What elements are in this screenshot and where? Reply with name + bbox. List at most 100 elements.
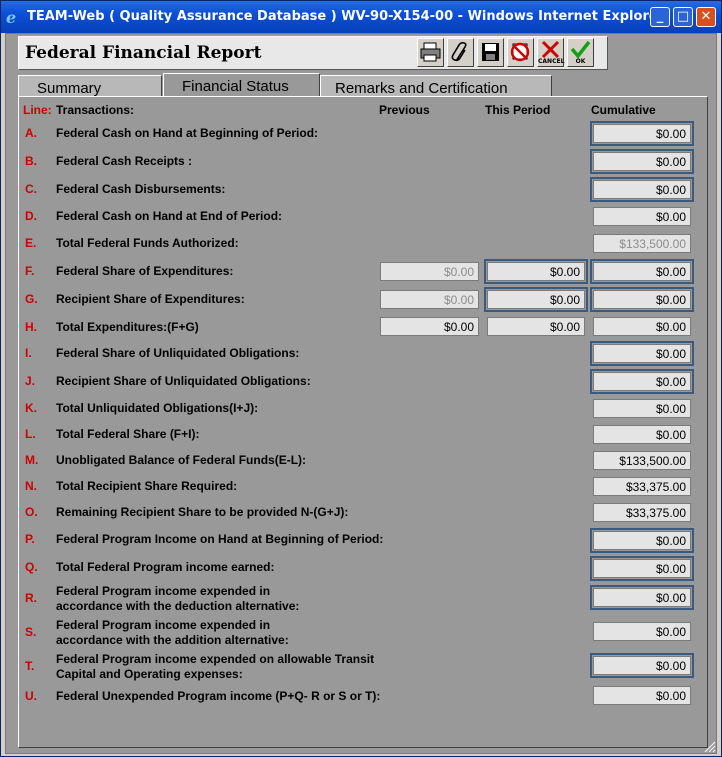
row-letter-h: H. bbox=[25, 320, 37, 334]
page-content: Federal Financial Report CANCEL OK Summa… bbox=[5, 33, 717, 754]
cumulative-field-h: $0.00 bbox=[593, 317, 691, 336]
tab-summary-label: Summary bbox=[37, 80, 102, 97]
row-letter-q: Q. bbox=[25, 560, 38, 574]
tab-financial-status[interactable]: Financial Status bbox=[163, 73, 320, 97]
save-button[interactable] bbox=[477, 38, 504, 67]
cumulative-field-p[interactable]: $0.00 bbox=[590, 528, 694, 553]
this-period-field-h: $0.00 bbox=[487, 317, 585, 336]
previous-field-g: $0.00 bbox=[380, 290, 479, 309]
no-entry-icon bbox=[510, 42, 530, 62]
this-period-header: This Period bbox=[485, 103, 551, 117]
tab-summary[interactable]: Summary bbox=[18, 75, 162, 97]
row-label-k: Total Unliquidated Obligations(I+J): bbox=[56, 401, 259, 415]
row-letter-o: O. bbox=[25, 505, 38, 519]
attach-button[interactable] bbox=[447, 38, 474, 67]
row-label-m: Unobligated Balance of Federal Funds(E-L… bbox=[56, 453, 307, 467]
transactions-header: Transactions: bbox=[56, 103, 135, 117]
row-label-q: Total Federal Program income earned: bbox=[56, 560, 275, 574]
maximize-button[interactable]: □ bbox=[673, 7, 693, 27]
delete-button[interactable] bbox=[507, 38, 534, 67]
ok-button[interactable]: OK bbox=[567, 38, 594, 67]
row-letter-f: F. bbox=[25, 264, 35, 278]
row-label-s: Federal Program income expended in accor… bbox=[56, 618, 289, 647]
cumulative-field-s: $0.00 bbox=[593, 622, 691, 641]
report-title: Federal Financial Report bbox=[25, 43, 262, 63]
row-letter-a: A. bbox=[25, 126, 37, 140]
row-label-p: Federal Program Income on Hand at Beginn… bbox=[56, 532, 384, 546]
row-label-t: Federal Program income expended on allow… bbox=[56, 652, 375, 681]
cumulative-header: Cumulative bbox=[591, 103, 656, 117]
report-header: Federal Financial Report CANCEL OK bbox=[18, 36, 608, 70]
row-letter-r: R. bbox=[25, 591, 37, 605]
paperclip-icon bbox=[451, 41, 467, 62]
cumulative-field-g[interactable]: $0.00 bbox=[590, 287, 694, 312]
row-letter-n: N. bbox=[25, 479, 37, 493]
row-letter-b: B. bbox=[25, 154, 37, 168]
previous-header: Previous bbox=[379, 103, 430, 117]
row-letter-c: C. bbox=[25, 182, 37, 196]
row-label-d: Federal Cash on Hand at End of Period: bbox=[56, 209, 283, 223]
printer-icon bbox=[420, 42, 441, 62]
cumulative-field-o: $33,375.00 bbox=[593, 503, 691, 522]
previous-field-f: $0.00 bbox=[380, 262, 479, 281]
cumulative-field-n: $33,375.00 bbox=[593, 477, 691, 496]
previous-field-h: $0.00 bbox=[380, 317, 479, 336]
row-letter-t: T. bbox=[25, 659, 35, 673]
internet-explorer-icon: e bbox=[6, 8, 17, 27]
row-label-a: Federal Cash on Hand at Beginning of Per… bbox=[56, 126, 319, 140]
line-header: Line: bbox=[23, 103, 52, 117]
row-label-n: Total Recipient Share Required: bbox=[56, 479, 238, 493]
tab-financial-status-label: Financial Status bbox=[182, 78, 289, 95]
row-letter-i: I. bbox=[25, 346, 32, 360]
cumulative-field-i[interactable]: $0.00 bbox=[590, 341, 694, 366]
row-letter-j: J. bbox=[25, 374, 36, 388]
cumulative-field-c[interactable]: $0.00 bbox=[590, 177, 694, 202]
close-window-button[interactable]: ✕ bbox=[696, 7, 716, 27]
this-period-field-f[interactable]: $0.00 bbox=[484, 259, 588, 284]
row-letter-d: D. bbox=[25, 209, 37, 223]
row-letter-s: S. bbox=[25, 625, 37, 639]
row-label-c: Federal Cash Disbursements: bbox=[56, 182, 226, 196]
row-letter-k: K. bbox=[25, 401, 37, 415]
cumulative-field-r[interactable]: $0.00 bbox=[590, 585, 694, 610]
row-label-f: Federal Share of Expenditures: bbox=[56, 264, 234, 278]
cumulative-field-a[interactable]: $0.00 bbox=[590, 121, 694, 146]
cumulative-field-l: $0.00 bbox=[593, 425, 691, 444]
row-label-r: Federal Program income expended in accor… bbox=[56, 584, 300, 613]
row-letter-l: L. bbox=[25, 427, 36, 441]
cancel-button[interactable]: CANCEL bbox=[537, 38, 564, 67]
window-titlebar[interactable]: e TEAM-Web ( Quality Assurance Database … bbox=[1, 1, 721, 33]
row-letter-u: U. bbox=[25, 689, 37, 703]
row-letter-g: G. bbox=[25, 292, 38, 306]
row-label-o: Remaining Recipient Share to be provided… bbox=[56, 505, 349, 519]
cumulative-field-e: $133,500.00 bbox=[593, 234, 691, 253]
row-letter-p: P. bbox=[25, 532, 35, 546]
cumulative-field-f[interactable]: $0.00 bbox=[590, 259, 694, 284]
cumulative-field-u: $0.00 bbox=[593, 686, 691, 705]
cumulative-field-q[interactable]: $0.00 bbox=[590, 556, 694, 581]
row-label-i: Federal Share of Unliquidated Obligation… bbox=[56, 346, 300, 360]
cumulative-field-t[interactable]: $0.00 bbox=[590, 653, 694, 678]
row-label-l: Total Federal Share (F+I): bbox=[56, 427, 200, 441]
report-toolbar: CANCEL OK bbox=[417, 38, 594, 67]
tab-remarks-and-certification[interactable]: Remarks and Certification bbox=[320, 75, 552, 97]
cumulative-field-b[interactable]: $0.00 bbox=[590, 149, 694, 174]
ok-caption: OK bbox=[575, 58, 586, 65]
row-letter-m: M. bbox=[25, 453, 39, 467]
cumulative-field-j[interactable]: $0.00 bbox=[590, 369, 694, 394]
row-label-e: Total Federal Funds Authorized: bbox=[56, 236, 239, 250]
this-period-field-g[interactable]: $0.00 bbox=[484, 287, 588, 312]
resize-grip-icon[interactable] bbox=[702, 739, 716, 753]
cumulative-field-k: $0.00 bbox=[593, 399, 691, 418]
cumulative-field-d: $0.00 bbox=[593, 207, 691, 226]
print-button[interactable] bbox=[417, 38, 444, 67]
tab-remarks-label: Remarks and Certification bbox=[335, 80, 508, 97]
cancel-caption: CANCEL bbox=[538, 58, 565, 65]
row-letter-e: E. bbox=[25, 236, 37, 250]
row-label-g: Recipient Share of Expenditures: bbox=[56, 292, 245, 306]
row-label-u: Federal Unexpended Program income (P+Q- … bbox=[56, 689, 381, 703]
minimize-button[interactable]: _ bbox=[650, 7, 670, 27]
browser-window: e TEAM-Web ( Quality Assurance Database … bbox=[0, 0, 722, 757]
financial-status-panel: Line: Transactions: Previous This Period… bbox=[18, 96, 708, 748]
row-label-j: Recipient Share of Unliquidated Obligati… bbox=[56, 374, 311, 388]
